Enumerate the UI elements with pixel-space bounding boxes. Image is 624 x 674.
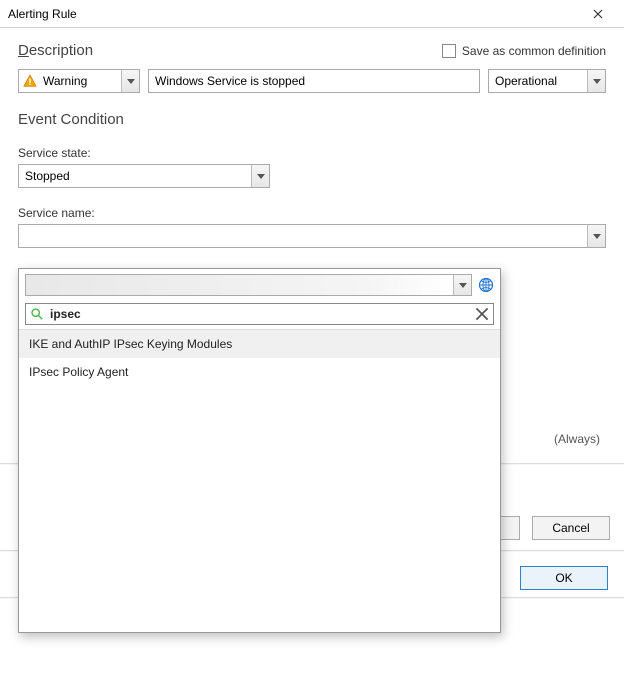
search-results-list: IKE and AuthIP IPsec Keying Modules IPse… [19, 329, 500, 632]
search-input[interactable] [48, 306, 471, 322]
chevron-down-icon [593, 79, 601, 84]
scope-selector-dropdown[interactable] [25, 274, 472, 296]
checkbox-icon [442, 44, 456, 58]
ok-button[interactable]: OK [520, 566, 608, 590]
service-name-label: Service name: [18, 206, 606, 220]
warning-icon [23, 74, 37, 88]
globe-icon[interactable] [478, 277, 494, 293]
chevron-down-icon [127, 79, 135, 84]
list-item[interactable]: IPsec Policy Agent [19, 358, 500, 386]
search-input-row [25, 303, 494, 325]
severity-dropdown-button[interactable] [121, 70, 139, 92]
description-text-input[interactable]: Windows Service is stopped [148, 69, 480, 93]
cancel-button[interactable]: Cancel [532, 516, 610, 540]
severity-value: Warning [37, 74, 121, 88]
chevron-down-icon [593, 234, 601, 239]
scope-selector-value [26, 275, 453, 295]
service-state-dropdown-button[interactable] [251, 165, 269, 187]
description-label: Description [18, 42, 93, 59]
schedule-suffix: (Always) [554, 432, 600, 446]
scope-value: Operational [489, 74, 587, 88]
close-icon [475, 307, 489, 321]
search-icon [30, 307, 44, 321]
scope-selector-dropdown-button[interactable] [453, 275, 471, 295]
scope-dropdown[interactable]: Operational [488, 69, 606, 93]
service-name-autocomplete-panel: IKE and AuthIP IPsec Keying Modules IPse… [18, 268, 501, 633]
severity-dropdown[interactable]: Warning [18, 69, 140, 93]
titlebar: Alerting Rule [0, 0, 624, 28]
close-button[interactable] [578, 0, 618, 28]
service-state-label: Service state: [18, 146, 606, 160]
window-title: Alerting Rule [8, 7, 77, 21]
service-name-dropdown-button[interactable] [587, 225, 605, 247]
scope-dropdown-button[interactable] [587, 70, 605, 92]
service-name-dropdown[interactable] [18, 224, 606, 248]
service-state-dropdown[interactable]: Stopped [18, 164, 270, 188]
clear-search-button[interactable] [475, 307, 489, 321]
save-common-label: Save as common definition [462, 44, 606, 58]
chevron-down-icon [459, 283, 467, 288]
chevron-down-icon [257, 174, 265, 179]
service-state-value: Stopped [19, 169, 251, 183]
list-item[interactable]: IKE and AuthIP IPsec Keying Modules [19, 330, 500, 358]
description-text-value: Windows Service is stopped [149, 74, 479, 88]
event-condition-label: Event Condition [18, 111, 606, 128]
save-common-definition-checkbox[interactable]: Save as common definition [442, 44, 606, 58]
close-icon [593, 9, 603, 19]
